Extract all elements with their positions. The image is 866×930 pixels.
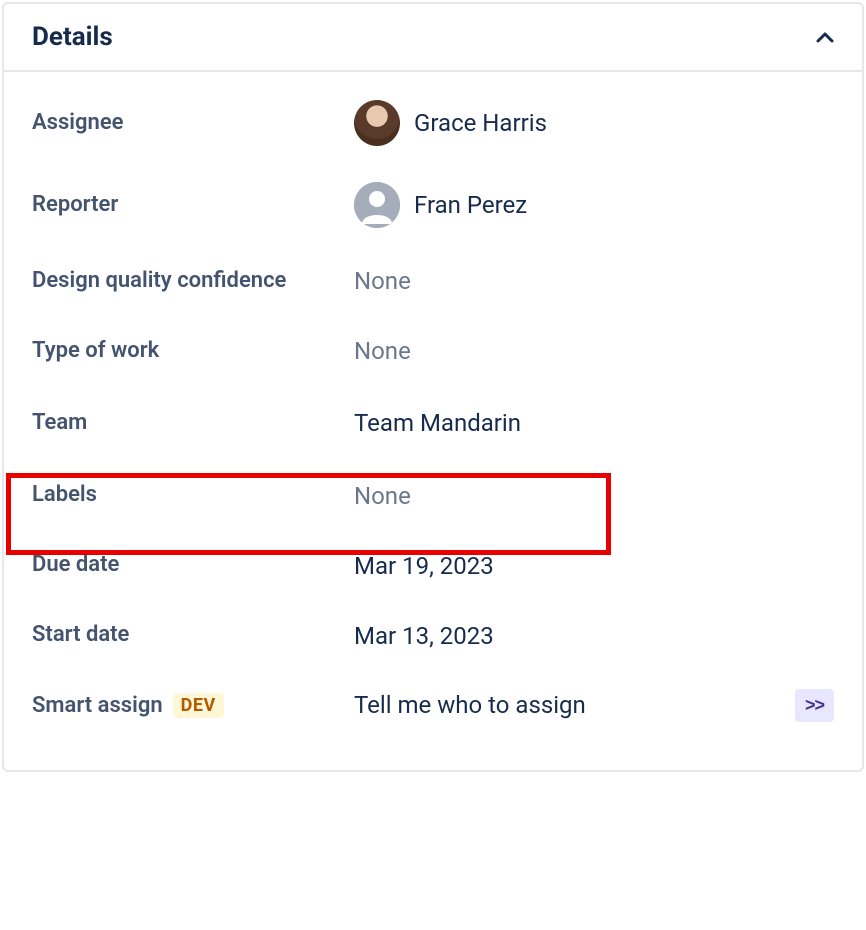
assignee-name: Grace Harris [414, 109, 547, 137]
field-label-design-quality: Design quality confidence [32, 266, 354, 297]
field-design-quality[interactable]: Design quality confidence None [4, 246, 862, 316]
field-label-start-date: Start date [32, 620, 354, 651]
field-label-reporter: Reporter [32, 190, 354, 221]
smart-assign-label-wrap: Smart assign DEV [32, 693, 354, 718]
details-panel: Details Assignee Grace Harris Reporter [2, 2, 864, 772]
field-label-smart-assign: Smart assign [32, 693, 163, 718]
field-label-assignee: Assignee [32, 108, 354, 139]
avatar-reporter-placeholder-icon [354, 182, 400, 228]
field-label-labels: Labels [32, 480, 354, 511]
avatar-assignee [354, 100, 400, 146]
dev-badge: DEV [173, 693, 224, 718]
smart-assign-prompt[interactable]: Tell me who to assign [354, 691, 795, 719]
field-label-type-of-work: Type of work [32, 336, 354, 367]
field-value-labels: None [354, 482, 834, 510]
details-panel-header[interactable]: Details [4, 4, 862, 72]
field-value-design-quality: None [354, 267, 834, 295]
field-label-team: Team [32, 408, 354, 439]
field-labels[interactable]: Labels None [4, 461, 862, 531]
smart-assign-action-button[interactable]: >> [795, 689, 834, 722]
field-team[interactable]: Team Team Mandarin [4, 386, 862, 461]
field-value-team: Team Mandarin [354, 409, 834, 437]
field-value-start-date: Mar 13, 2023 [354, 622, 834, 650]
field-start-date[interactable]: Start date Mar 13, 2023 [4, 601, 862, 671]
field-type-of-work[interactable]: Type of work None [4, 316, 862, 386]
field-due-date[interactable]: Due date Mar 19, 2023 [4, 531, 862, 601]
field-value-reporter: Fran Perez [354, 182, 834, 228]
details-panel-title: Details [32, 22, 113, 52]
field-value-type-of-work: None [354, 337, 834, 365]
field-value-assignee: Grace Harris [354, 100, 834, 146]
field-assignee[interactable]: Assignee Grace Harris [4, 82, 862, 164]
chevron-up-icon [816, 28, 834, 46]
field-smart-assign: Smart assign DEV Tell me who to assign >… [4, 671, 862, 740]
field-reporter[interactable]: Reporter Fran Perez [4, 164, 862, 246]
field-value-due-date: Mar 19, 2023 [354, 552, 834, 580]
reporter-name: Fran Perez [414, 191, 527, 219]
field-label-due-date: Due date [32, 550, 354, 581]
details-panel-body: Assignee Grace Harris Reporter [4, 72, 862, 770]
